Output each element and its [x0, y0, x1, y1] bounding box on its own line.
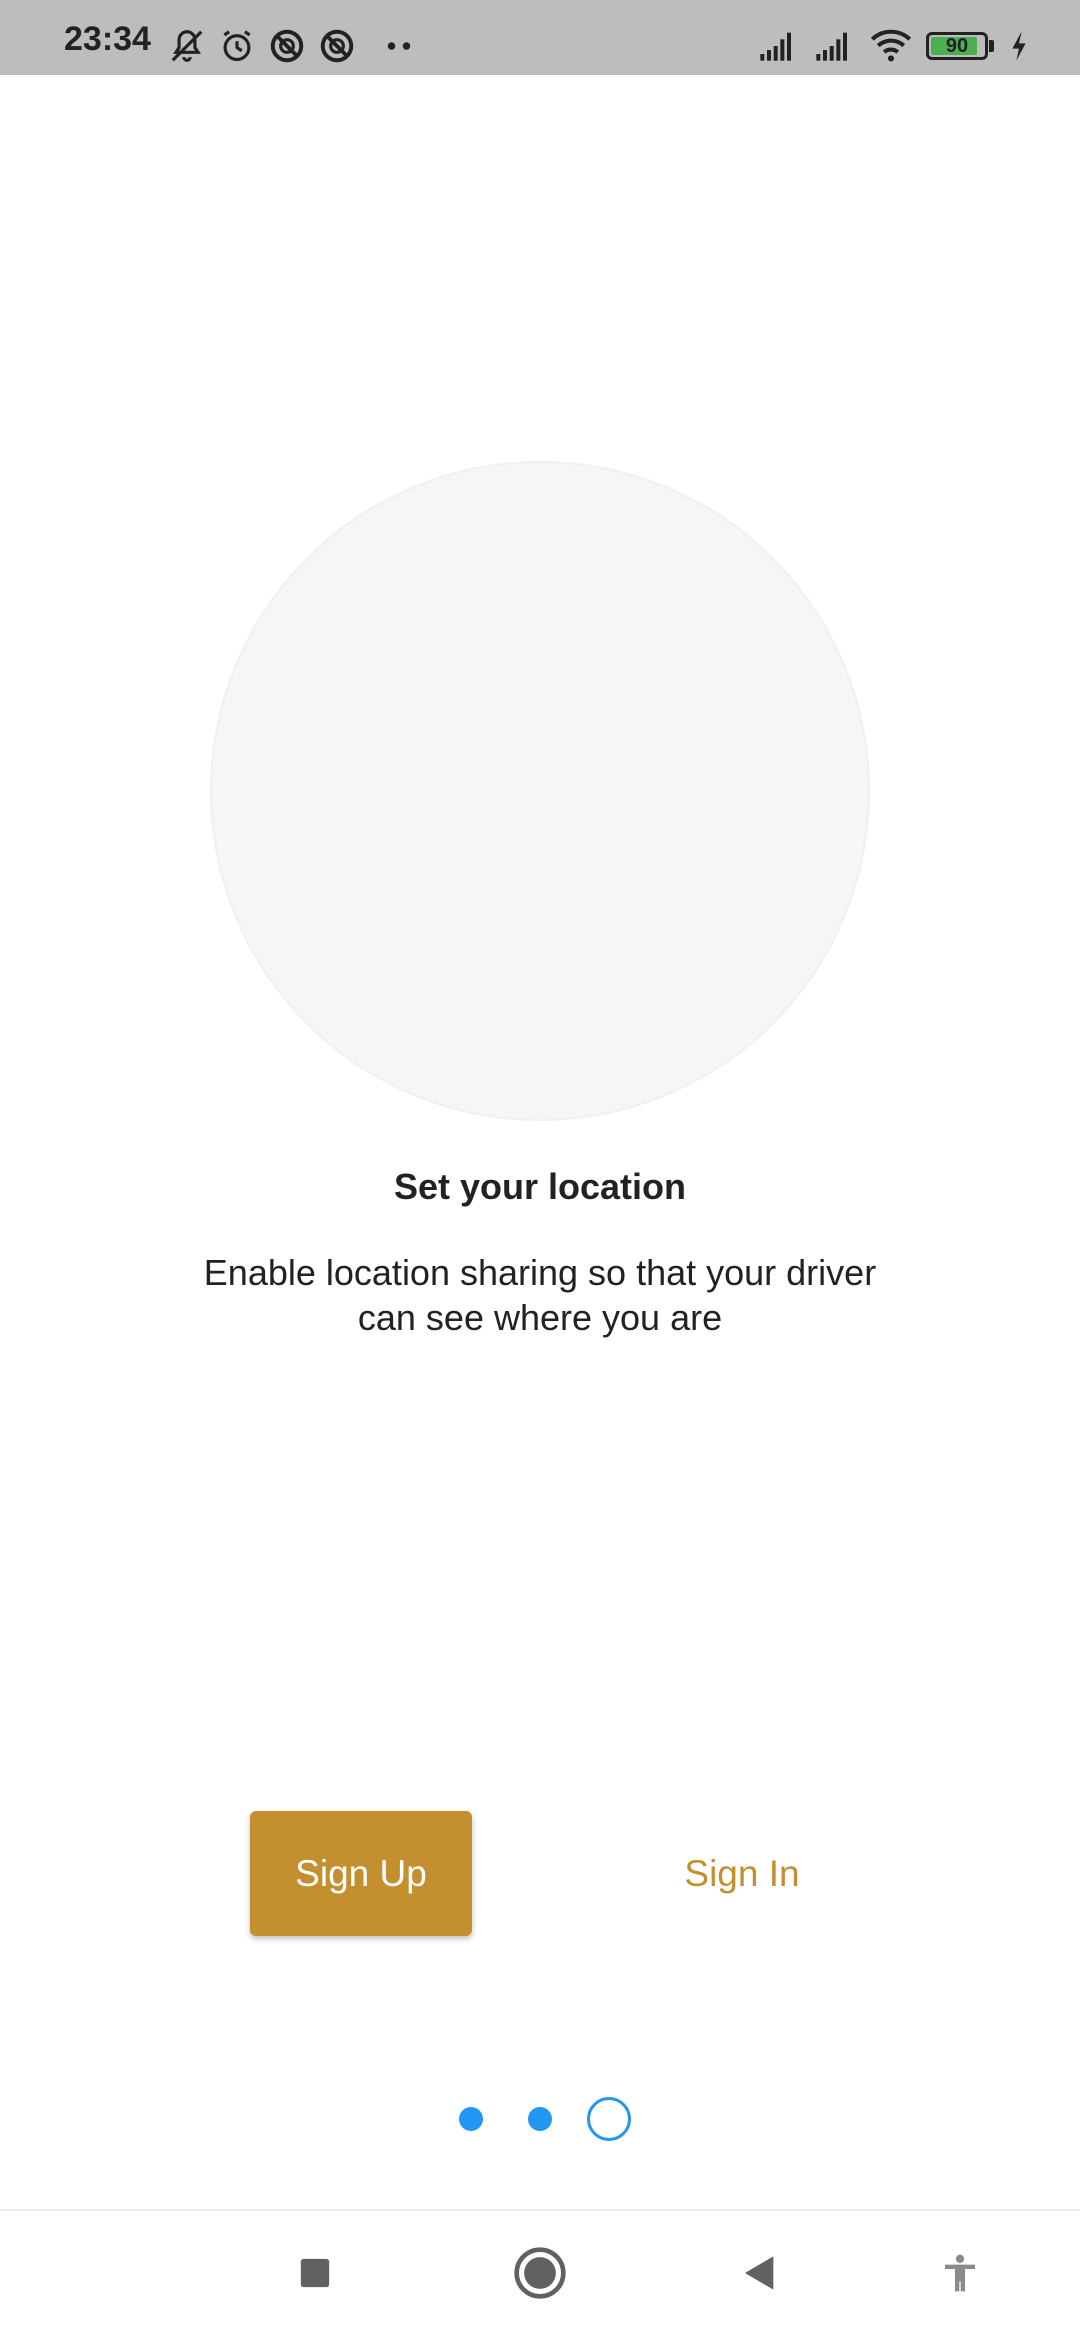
home-button[interactable]	[480, 2211, 600, 2340]
illustration-circle	[210, 461, 870, 1121]
signal-icon	[758, 30, 800, 62]
status-bar: 23:34 90	[0, 0, 1080, 75]
back-icon	[740, 2253, 780, 2298]
battery-icon: 90	[926, 32, 994, 60]
page-indicator-dot-2[interactable]	[528, 2107, 552, 2131]
more-dots-icon	[384, 27, 414, 65]
recents-icon	[298, 2256, 332, 2295]
sign-up-button[interactable]: Sign Up	[250, 1811, 472, 1936]
wifi-icon	[870, 29, 912, 63]
accessibility-icon	[940, 2253, 980, 2298]
page-indicator-dot-1[interactable]	[459, 2107, 483, 2131]
signal-icon	[814, 30, 856, 62]
charging-icon	[1008, 30, 1030, 62]
blocked-app-icon	[318, 27, 356, 65]
sign-in-button[interactable]: Sign In	[622, 1811, 862, 1936]
status-time: 23:34	[64, 20, 151, 58]
accessibility-button[interactable]	[900, 2211, 1020, 2340]
page-indicator-dot-3-active[interactable]	[587, 2097, 631, 2141]
back-button[interactable]	[700, 2211, 820, 2340]
home-icon	[512, 2245, 568, 2306]
page-title: Set your location	[393, 1166, 687, 1207]
page-description: Enable location sharing so that your dri…	[203, 1252, 877, 1338]
status-left-icons	[168, 26, 414, 66]
status-right-icons: 90	[758, 26, 1030, 66]
recents-button[interactable]	[255, 2211, 375, 2340]
screen: 23:34 90 Set your location Enable locati…	[0, 0, 1080, 2340]
battery-body: 90	[926, 32, 988, 60]
battery-level: 90	[945, 35, 969, 57]
navigation-bar	[0, 2211, 1080, 2340]
alarm-icon	[218, 27, 256, 65]
bell-off-icon	[168, 27, 206, 65]
battery-tip	[989, 40, 994, 52]
blocked-app-icon	[268, 27, 306, 65]
